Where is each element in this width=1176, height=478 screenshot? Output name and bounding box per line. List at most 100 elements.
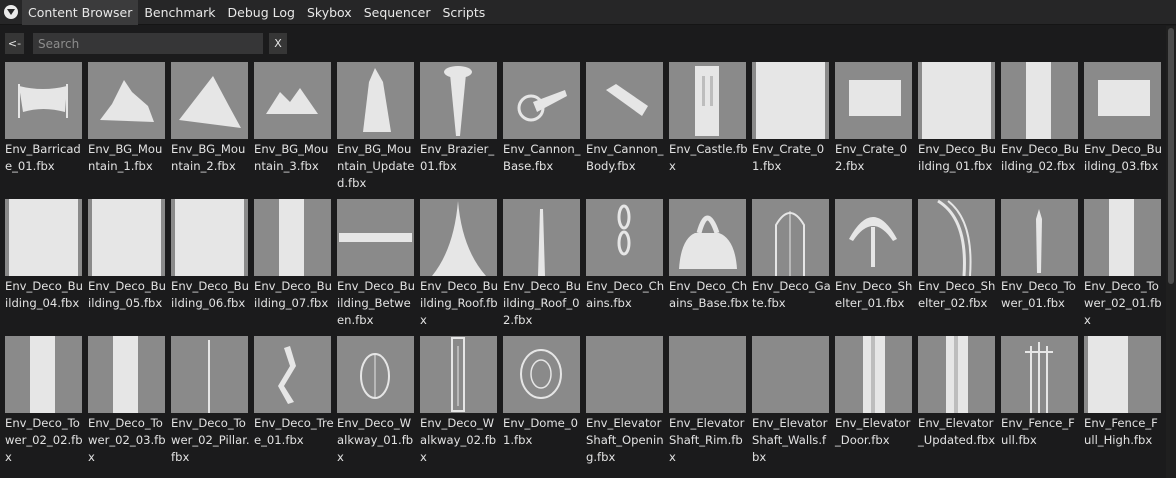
asset-thumbnail [586, 199, 663, 276]
asset-tile[interactable]: Env_Deco_Chains.fbx [586, 199, 664, 335]
asset-tile[interactable]: Env_Deco_Tower_02_03.fbx [88, 336, 166, 472]
asset-tile[interactable]: Env_Deco_Shelter_02.fbx [918, 199, 995, 335]
asset-thumbnail [171, 62, 248, 139]
asset-thumbnail [918, 336, 995, 413]
asset-tile[interactable]: Env_Deco_Tower_02_02.fbx [5, 336, 83, 472]
asset-tile[interactable]: Env_ElevatorShaft_Opening.fbx [586, 336, 664, 472]
asset-tile[interactable]: Env_Fence_Full.fbx [1001, 336, 1078, 472]
asset-thumbnail [918, 199, 995, 276]
asset-tile[interactable]: Env_Deco_Chains_Base.fbx [669, 199, 749, 335]
asset-label: Env_Deco_Building_Roof.fbx [420, 279, 498, 327]
asset-tile[interactable]: Env_ElevatorShaft_Rim.fbx [669, 336, 746, 472]
asset-label: Env_Deco_Building_02.fbx [1001, 142, 1079, 173]
asset-grid: Env_Barricade_01.fbx Env_BG_Mountain_1.fb… [5, 62, 1165, 478]
asset-label: Env_Deco_Shelter_01.fbx [835, 279, 913, 310]
asset-tile[interactable]: Env_BG_Mountain_2.fbx [171, 62, 248, 198]
asset-thumbnail [1084, 199, 1161, 276]
asset-tile[interactable]: Env_Dome_01.fbx [503, 336, 580, 472]
asset-label: Env_Deco_Tower_02_03.fbx [88, 416, 166, 464]
asset-tile[interactable]: Env_Crate_02.fbx [835, 62, 912, 198]
asset-tile[interactable]: Env_Deco_Building_Between.fbx [337, 199, 415, 335]
asset-tile[interactable]: Env_Deco_Building_Roof_02.fbx [503, 199, 581, 335]
asset-label: Env_ElevatorShaft_Opening.fbx [586, 416, 664, 464]
asset-thumbnail [420, 336, 497, 413]
search-input[interactable] [33, 33, 263, 54]
asset-tile[interactable]: Env_Crate_01.fbx [752, 62, 829, 198]
asset-thumbnail [88, 199, 165, 276]
asset-thumbnail [1001, 62, 1078, 139]
asset-thumbnail [337, 336, 414, 413]
tab-content-browser[interactable]: Content Browser [22, 0, 139, 25]
asset-label: Env_Deco_Building_Between.fbx [337, 279, 415, 327]
asset-label: Env_Deco_Building_01.fbx [918, 142, 996, 173]
scrollbar-thumb[interactable] [1168, 28, 1174, 284]
tab-skybox[interactable]: Skybox [301, 0, 358, 25]
asset-label: Env_BG_Mountain_3.fbx [254, 142, 329, 173]
asset-tile[interactable]: Env_Cannon_Body.fbx [586, 62, 663, 198]
asset-tile[interactable]: Env_BG_Mountain_Updated.fbx [337, 62, 414, 198]
tab-sequencer[interactable]: Sequencer [358, 0, 437, 25]
asset-tile[interactable]: Env_Deco_Building_01.fbx [918, 62, 996, 198]
asset-tile[interactable]: Env_Deco_Walkway_01.fbx [337, 336, 414, 472]
asset-label: Env_Castle.fbx [669, 142, 748, 173]
asset-thumbnail [1001, 336, 1078, 413]
asset-tile[interactable]: Env_Barricade_01.fbx [5, 62, 82, 198]
asset-tile[interactable]: Env_BG_Mountain_3.fbx [254, 62, 331, 198]
asset-label: Env_Elevator_Door.fbx [835, 416, 911, 447]
tab-debug-log[interactable]: Debug Log [222, 0, 301, 25]
asset-thumbnail [835, 336, 912, 413]
asset-thumbnail [669, 62, 746, 139]
asset-thumbnail [503, 62, 580, 139]
asset-thumbnail [752, 199, 829, 276]
asset-label: Env_Cannon_Base.fbx [503, 142, 581, 173]
asset-label: Env_BG_Mountain_Updated.fbx [337, 142, 415, 190]
scrollbar[interactable] [1166, 26, 1176, 478]
asset-tile[interactable]: Env_Deco_Building_04.fbx [5, 199, 83, 335]
asset-tile[interactable]: Env_Brazier_01.fbx [420, 62, 497, 198]
asset-label: Env_Cannon_Body.fbx [586, 142, 664, 173]
asset-thumbnail [171, 199, 248, 276]
tab-benchmark[interactable]: Benchmark [138, 0, 221, 25]
asset-tile[interactable]: Env_Deco_Building_02.fbx [1001, 62, 1079, 198]
asset-tile[interactable]: Env_Deco_Shelter_01.fbx [835, 199, 912, 335]
asset-thumbnail [835, 199, 912, 276]
asset-label: Env_Deco_Walkway_01.fbx [337, 416, 414, 464]
asset-tile[interactable]: Env_Castle.fbx [669, 62, 748, 198]
asset-tile[interactable]: Env_BG_Mountain_1.fbx [88, 62, 165, 198]
asset-tile[interactable]: Env_Fence_Full_High.fbx [1084, 336, 1161, 472]
asset-label: Env_Crate_02.fbx [835, 142, 908, 173]
asset-thumbnail [254, 336, 331, 413]
asset-label: Env_Deco_Tower_02_Pillar.fbx [171, 416, 250, 464]
asset-tile[interactable]: Env_Deco_Building_07.fbx [254, 199, 332, 335]
asset-tile[interactable]: Env_Deco_Tower_01.fbx [1001, 199, 1078, 335]
asset-thumbnail [503, 199, 580, 276]
asset-label: Env_Deco_Tree_01.fbx [254, 416, 334, 447]
asset-tile[interactable]: Env_Deco_Building_Roof.fbx [420, 199, 498, 335]
asset-tile[interactable]: Env_Deco_Walkway_02.fbx [420, 336, 497, 472]
asset-tile[interactable]: Env_Deco_Tower_02_Pillar.fbx [171, 336, 250, 472]
asset-tile[interactable]: Env_Elevator_Updated.fbx [918, 336, 995, 472]
asset-thumbnail [254, 62, 331, 139]
tab-scripts[interactable]: Scripts [437, 0, 492, 25]
asset-tile[interactable]: Env_Deco_Tree_01.fbx [254, 336, 334, 472]
asset-tile[interactable]: Env_Elevator_Door.fbx [835, 336, 912, 472]
asset-tile[interactable]: Env_Deco_Tower_02_01.fbx [1084, 199, 1162, 335]
asset-tile[interactable]: Env_ElevatorShaft_Walls.fbx [752, 336, 829, 472]
asset-tile[interactable]: Env_Deco_Gate.fbx [752, 199, 831, 335]
asset-tile[interactable]: Env_Deco_Building_03.fbx [1084, 62, 1162, 198]
asset-tile[interactable]: Env_Cannon_Base.fbx [503, 62, 580, 198]
window-menu-button[interactable] [0, 0, 22, 25]
asset-thumbnail [88, 62, 165, 139]
asset-thumbnail [337, 199, 414, 276]
asset-label: Env_Deco_Building_04.fbx [5, 279, 83, 310]
asset-thumbnail [254, 199, 331, 276]
asset-label: Env_Dome_01.fbx [503, 416, 578, 447]
asset-tile[interactable]: Env_Deco_Building_05.fbx [88, 199, 166, 335]
clear-search-button[interactable]: X [269, 33, 287, 54]
asset-label: Env_Barricade_01.fbx [5, 142, 81, 173]
asset-thumbnail [752, 62, 829, 139]
asset-thumbnail [503, 336, 580, 413]
asset-thumbnail [669, 336, 746, 413]
back-button[interactable]: <- [5, 33, 24, 54]
asset-tile[interactable]: Env_Deco_Building_06.fbx [171, 199, 249, 335]
